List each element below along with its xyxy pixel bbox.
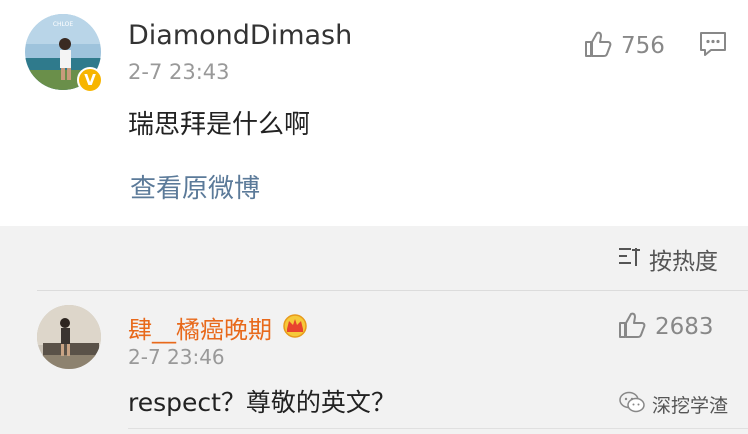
reply-avatar[interactable] [37,305,101,369]
comment-timestamp: 2-7 23:43 [128,60,230,84]
comment-text: 瑞思拜是什么啊 [128,110,311,140]
watermark-text: 深挖学渣 [652,394,729,417]
sort-toggle[interactable]: 按热度 [617,242,718,276]
verified-badge-icon: V [77,67,103,93]
reply-icon[interactable] [698,30,728,62]
sort-icon [617,244,643,274]
thumbs-up-icon [617,310,647,344]
thumbs-up-icon [583,29,613,63]
watermark: 深挖学渣 [618,390,728,418]
view-original-link[interactable]: 查看原微博 [130,168,260,205]
comment-username[interactable]: DiamondDimash [128,20,352,51]
divider [37,290,748,291]
wechat-logo-icon [618,390,646,418]
reply-username-row[interactable]: 肆__橘癌晚期 [128,310,310,345]
divider [128,428,748,429]
crown-badge-icon [280,312,310,344]
like-button[interactable]: 756 [583,29,665,63]
like-count: 756 [621,33,665,59]
sort-label: 按热度 [649,249,718,275]
avatar-caption: CHLOE [53,21,74,28]
reply-like-count: 2683 [655,314,714,340]
reply-timestamp: 2-7 23:46 [128,345,225,369]
reply-text: respect？尊敬的英文？ [128,388,396,417]
reply-username[interactable]: 肆__橘癌晚期 [128,310,272,345]
reply-like-button[interactable]: 2683 [617,310,714,344]
